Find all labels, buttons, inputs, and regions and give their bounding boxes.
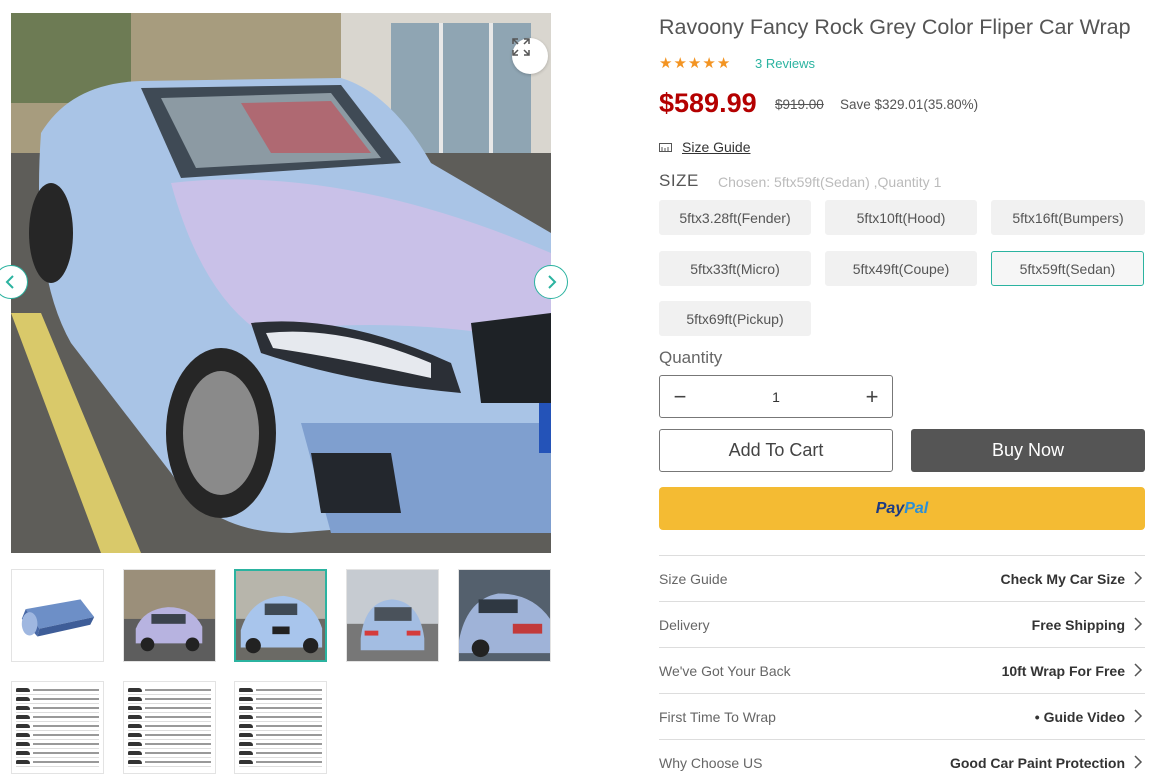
info-row-got-your-back[interactable]: We've Got Your Back 10ft Wrap For Free bbox=[659, 647, 1145, 693]
info-row-value: 10ft Wrap For Free bbox=[1001, 662, 1125, 679]
thumbnail-car-front-left[interactable] bbox=[123, 569, 216, 662]
size-heading: SIZE bbox=[659, 171, 699, 190]
add-to-cart-button[interactable]: Add To Cart bbox=[659, 429, 893, 472]
thumbnail-vinyl-roll[interactable] bbox=[11, 569, 104, 662]
thumbnail-car-rear[interactable] bbox=[346, 569, 439, 662]
thumbnail-car-rear-side[interactable] bbox=[458, 569, 551, 662]
star-icon: ★ bbox=[673, 55, 687, 72]
paypal-button[interactable]: Pay Pal bbox=[659, 487, 1145, 530]
size-option-sedan[interactable]: 5ftx59ft(Sedan) bbox=[991, 251, 1144, 286]
car-photo bbox=[11, 13, 551, 553]
next-image-button[interactable] bbox=[534, 265, 568, 299]
info-row-value: Good Car Paint Protection bbox=[949, 754, 1125, 771]
rating-stars: ★ ★ ★ ★ ★ bbox=[659, 56, 730, 71]
chevron-right-icon bbox=[1134, 709, 1143, 723]
original-price: $919.00 bbox=[775, 97, 824, 112]
star-icon: ★ bbox=[659, 55, 673, 72]
car-thumbnail-image bbox=[459, 570, 550, 661]
vinyl-roll-image bbox=[12, 570, 103, 661]
chevron-right-icon bbox=[548, 275, 557, 289]
paypal-logo-pay: Pay bbox=[875, 499, 905, 517]
thumbnail-size-chart-1[interactable] bbox=[11, 681, 104, 774]
chevron-right-icon bbox=[1134, 663, 1143, 677]
ruler-icon bbox=[659, 142, 672, 152]
chevron-right-icon bbox=[1134, 617, 1143, 631]
chevron-right-icon bbox=[1134, 571, 1143, 585]
info-row-value: • Guide Video bbox=[1034, 708, 1125, 725]
quantity-stepper: − + bbox=[659, 375, 893, 418]
info-row-why-choose[interactable]: Why Choose US Good Car Paint Protection bbox=[659, 739, 1145, 784]
current-price: $589.99 bbox=[659, 88, 757, 118]
thumbnail-car-front[interactable] bbox=[234, 569, 327, 662]
quantity-input[interactable] bbox=[700, 376, 852, 417]
zoom-button[interactable] bbox=[512, 38, 548, 74]
size-option-bumpers[interactable]: 5ftx16ft(Bumpers) bbox=[991, 200, 1145, 235]
info-row-first-time[interactable]: First Time To Wrap • Guide Video bbox=[659, 693, 1145, 739]
star-icon: ★ bbox=[716, 55, 731, 72]
size-option-pickup[interactable]: 5ftx69ft(Pickup) bbox=[659, 301, 811, 336]
quantity-label: Quantity bbox=[659, 348, 723, 367]
info-row-label: Delivery bbox=[659, 616, 710, 633]
star-icon: ★ bbox=[687, 55, 702, 72]
chosen-summary: Chosen: 5ftx59ft(Sedan) ,Quantity 1 bbox=[718, 174, 942, 190]
expand-icon bbox=[512, 38, 530, 56]
info-row-value: Check My Car Size bbox=[1000, 570, 1126, 587]
info-row-size-guide[interactable]: Size Guide Check My Car Size bbox=[659, 555, 1145, 601]
star-icon: ★ bbox=[702, 55, 716, 72]
reviews-link[interactable]: 3 Reviews bbox=[755, 56, 815, 71]
savings-text: Save $329.01(35.80%) bbox=[840, 97, 979, 112]
product-title: Ravoony Fancy Rock Grey Color Fliper Car… bbox=[659, 15, 1131, 39]
size-option-hood[interactable]: 5ftx10ft(Hood) bbox=[825, 200, 977, 235]
info-row-label: Why Choose US bbox=[659, 754, 763, 771]
size-guide-link[interactable]: Size Guide bbox=[659, 139, 750, 155]
car-thumbnail-image bbox=[124, 570, 215, 661]
info-row-delivery[interactable]: Delivery Free Shipping bbox=[659, 601, 1145, 647]
info-row-label: Size Guide bbox=[659, 570, 728, 587]
quantity-decrease-button[interactable]: − bbox=[660, 376, 700, 417]
car-thumbnail-image bbox=[236, 571, 325, 660]
thumbnail-size-chart-3[interactable] bbox=[234, 681, 327, 774]
size-option-coupe[interactable]: 5ftx49ft(Coupe) bbox=[825, 251, 977, 286]
chevron-left-icon bbox=[5, 275, 14, 289]
buy-now-button[interactable]: Buy Now bbox=[911, 429, 1145, 472]
car-thumbnail-image bbox=[347, 570, 438, 661]
chevron-right-icon bbox=[1134, 755, 1143, 769]
paypal-logo-pal: Pal bbox=[904, 499, 929, 517]
info-row-label: We've Got Your Back bbox=[659, 662, 791, 679]
info-row-label: First Time To Wrap bbox=[659, 708, 776, 725]
quantity-increase-button[interactable]: + bbox=[852, 376, 892, 417]
size-guide-label: Size Guide bbox=[682, 139, 751, 155]
thumbnail-size-chart-2[interactable] bbox=[123, 681, 216, 774]
size-option-fender[interactable]: 5ftx3.28ft(Fender) bbox=[659, 200, 811, 235]
info-row-value: Free Shipping bbox=[1031, 616, 1125, 633]
main-product-image[interactable] bbox=[11, 13, 551, 553]
size-option-micro[interactable]: 5ftx33ft(Micro) bbox=[659, 251, 811, 286]
